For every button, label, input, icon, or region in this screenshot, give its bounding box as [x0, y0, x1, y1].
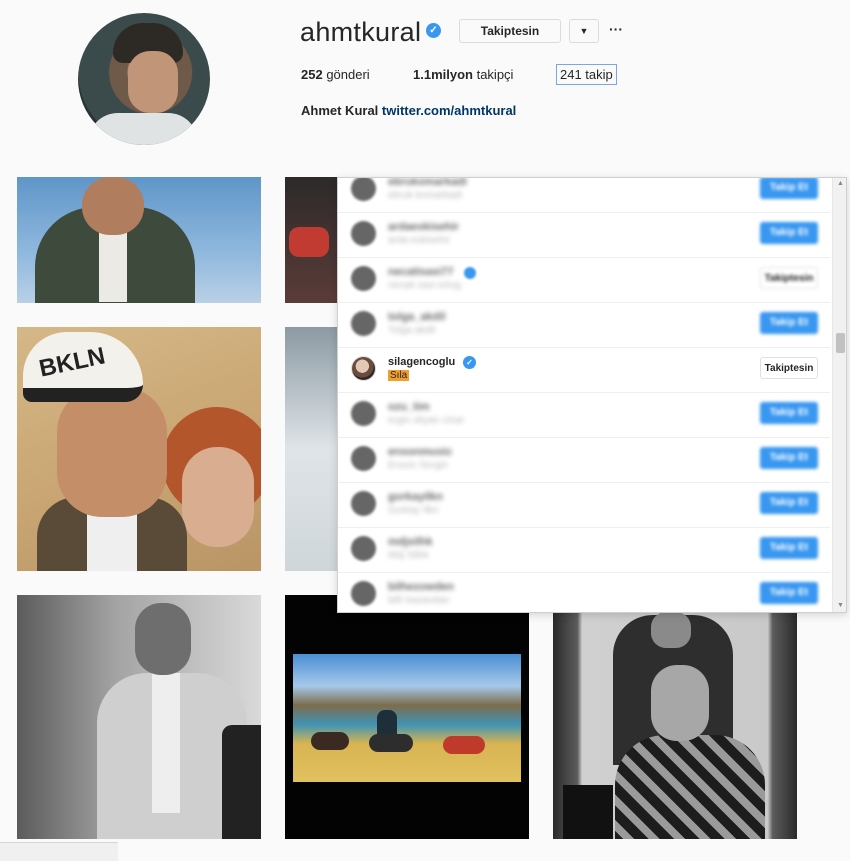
user-avatar[interactable]	[351, 446, 376, 471]
profile-bio: Ahmet Kural twitter.com/ahmtkural	[301, 103, 516, 118]
post-thumbnail[interactable]	[17, 595, 261, 839]
more-options-icon[interactable]: ···	[606, 19, 626, 39]
following-list-modal[interactable]: ebrukomarkadi ebruk komarkadi Takip Et a…	[337, 177, 847, 613]
following-list-item[interactable]: ensonmusic Enson Sergin Takip Et	[338, 438, 830, 483]
post-thumbnail[interactable]	[285, 177, 337, 303]
following-button[interactable]: Takiptesin	[760, 267, 818, 289]
scroll-up-icon[interactable]: ▲	[836, 180, 845, 188]
post-thumbnail[interactable]: BKLN	[17, 327, 261, 571]
user-avatar[interactable]	[351, 536, 376, 561]
user-avatar[interactable]	[351, 491, 376, 516]
follow-button[interactable]: Takip Et	[760, 537, 818, 559]
followers-link[interactable]: 1.1milyon takipçi	[413, 67, 513, 82]
user-avatar[interactable]	[351, 178, 376, 201]
posts-count: 252 gönderi	[301, 67, 370, 82]
following-list-item[interactable]: gorkayilkn Gorkay Ilkn Takip Et	[338, 483, 830, 528]
verified-badge-icon: ✓	[426, 23, 441, 38]
post-thumbnail[interactable]	[285, 327, 337, 571]
following-button[interactable]: Takiptesin	[760, 357, 818, 379]
profile-username: ahmtkural	[300, 17, 422, 47]
bio-full-name: Ahmet Kural	[301, 103, 379, 118]
follow-button[interactable]: Takip Et	[760, 312, 818, 334]
profile-avatar[interactable]	[78, 13, 210, 145]
follow-button[interactable]: Takip Et	[760, 178, 818, 199]
bottom-strip	[0, 842, 118, 861]
following-list-item[interactable]: bilhezowden bilh kazandan Takip Et	[338, 573, 830, 612]
instagram-profile-page: ahmtkural ✓ Takiptesin ▼ ··· 252 gönderi…	[0, 0, 850, 861]
bio-link[interactable]: twitter.com/ahmtkural	[382, 103, 516, 118]
user-avatar[interactable]	[351, 221, 376, 246]
post-thumbnail[interactable]	[553, 595, 797, 839]
follow-button[interactable]: Takip Et	[760, 402, 818, 424]
post-thumbnail[interactable]	[285, 595, 529, 839]
verified-badge-icon	[464, 267, 476, 279]
following-link[interactable]: 241 takip	[556, 64, 617, 85]
user-avatar[interactable]	[351, 311, 376, 336]
following-list-item[interactable]: ozu_tim ergin okyan cinar Takip Et	[338, 393, 830, 438]
following-list-item[interactable]: necatisasi77 necati sasi ertug Takiptesi…	[338, 258, 830, 303]
scrollbar-thumb[interactable]	[836, 333, 845, 353]
scroll-down-icon[interactable]: ▼	[836, 602, 845, 610]
follow-button[interactable]: Takip Et	[760, 447, 818, 469]
suggestions-dropdown-button[interactable]: ▼	[569, 19, 599, 43]
follow-button[interactable]: Takip Et	[760, 222, 818, 244]
following-list-item[interactable]: silagencoglu ✓ Sıla Takiptesin	[338, 348, 830, 393]
verified-badge-icon: ✓	[463, 356, 476, 369]
following-list-item[interactable]: tolga_akdil Tolga akdil Takip Et	[338, 303, 830, 348]
following-list-item[interactable]: ardaeskisehir arda eskisehir Takip Et	[338, 213, 830, 258]
user-avatar[interactable]	[351, 266, 376, 291]
user-avatar[interactable]	[351, 356, 376, 381]
following-list-item[interactable]: mdjsilhk Mdj Silhk Takip Et	[338, 528, 830, 573]
modal-scrollbar[interactable]: ▲ ▼	[832, 178, 846, 612]
post-thumbnail[interactable]	[17, 177, 261, 303]
user-avatar[interactable]	[351, 581, 376, 606]
following-button[interactable]: Takiptesin	[459, 19, 561, 43]
follow-button[interactable]: Takip Et	[760, 582, 818, 604]
user-avatar[interactable]	[351, 401, 376, 426]
following-list-item[interactable]: ebrukomarkadi ebruk komarkadi Takip Et	[338, 178, 830, 213]
follow-button[interactable]: Takip Et	[760, 492, 818, 514]
